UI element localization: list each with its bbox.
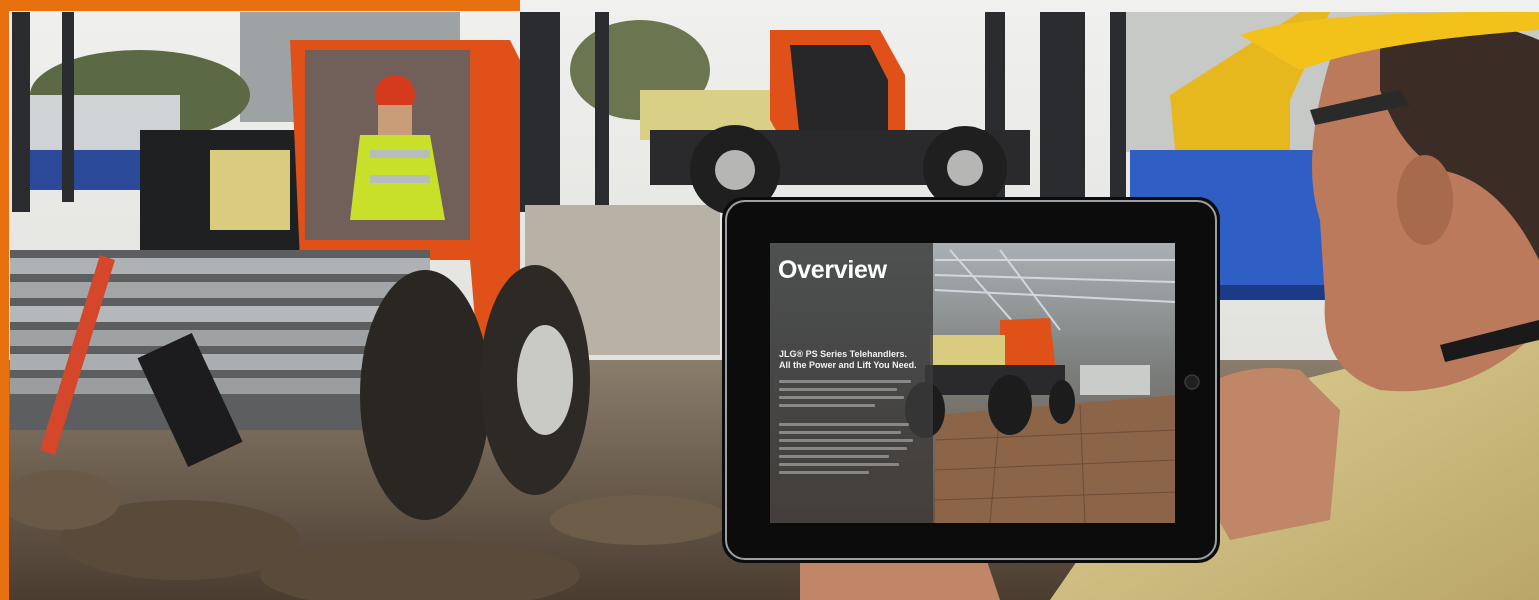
orange-frame-left: [0, 0, 9, 600]
orange-frame-top: [0, 0, 520, 11]
photo-scene: [0, 0, 1539, 600]
screen-body-text: [779, 380, 919, 479]
screen-heading: JLG® PS Series Telehandlers. All the Pow…: [779, 349, 917, 370]
screen-title: Overview: [778, 256, 887, 284]
